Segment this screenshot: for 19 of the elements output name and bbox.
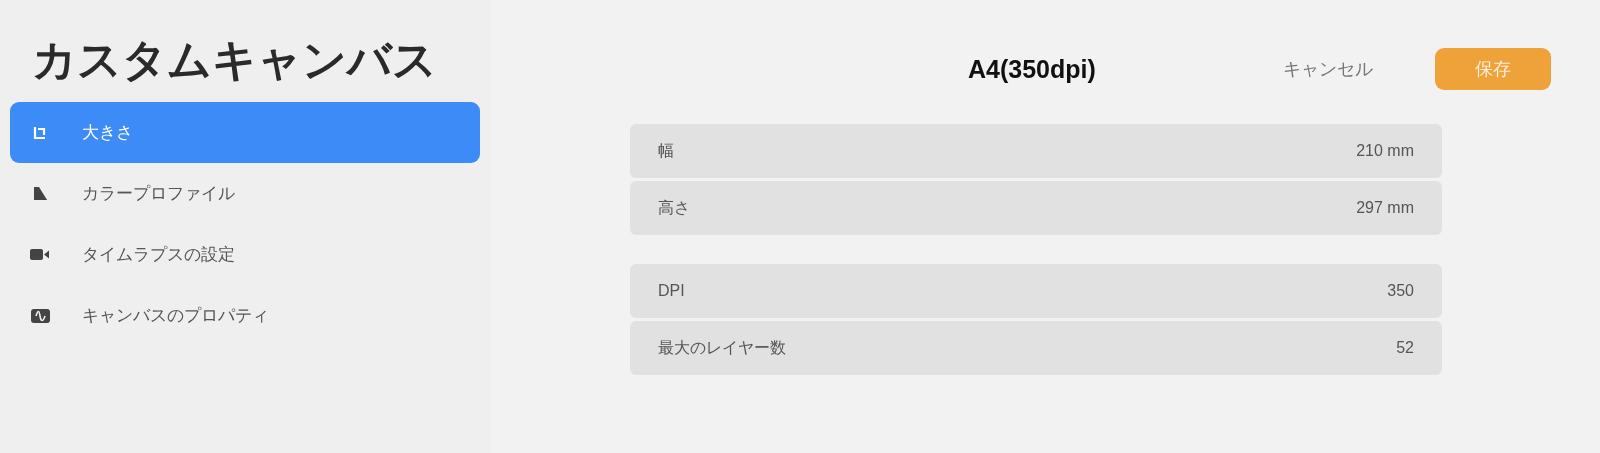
setting-label: 幅: [658, 140, 674, 161]
canvas-title: A4(350dpi): [968, 54, 1096, 84]
sidebar-item[interactable]: カラープロファイル: [10, 163, 480, 224]
setting-label: DPI: [658, 282, 685, 300]
setting-label: 最大のレイヤー数: [658, 337, 786, 358]
setting-row[interactable]: 幅 210 mm: [630, 124, 1442, 178]
setting-row[interactable]: 高さ 297 mm: [630, 181, 1442, 235]
setting-row[interactable]: 最大のレイヤー数 52: [630, 321, 1442, 375]
sidebar-item[interactable]: キャンバスのプロパティ: [10, 285, 480, 346]
cancel-button[interactable]: キャンセル: [1283, 57, 1373, 81]
sidebar-item[interactable]: タイムラプスの設定: [10, 224, 480, 285]
setting-value: 350: [1387, 282, 1414, 300]
setting-value: 52: [1396, 339, 1414, 357]
setting-row[interactable]: DPI 350: [630, 264, 1442, 318]
page-title: カスタムキャンバス: [32, 34, 438, 86]
sidebar-item[interactable]: 大きさ: [10, 102, 480, 163]
setting-value: 210 mm: [1356, 142, 1414, 160]
setting-value: 297 mm: [1356, 199, 1414, 217]
setting-label: 高さ: [658, 197, 690, 218]
